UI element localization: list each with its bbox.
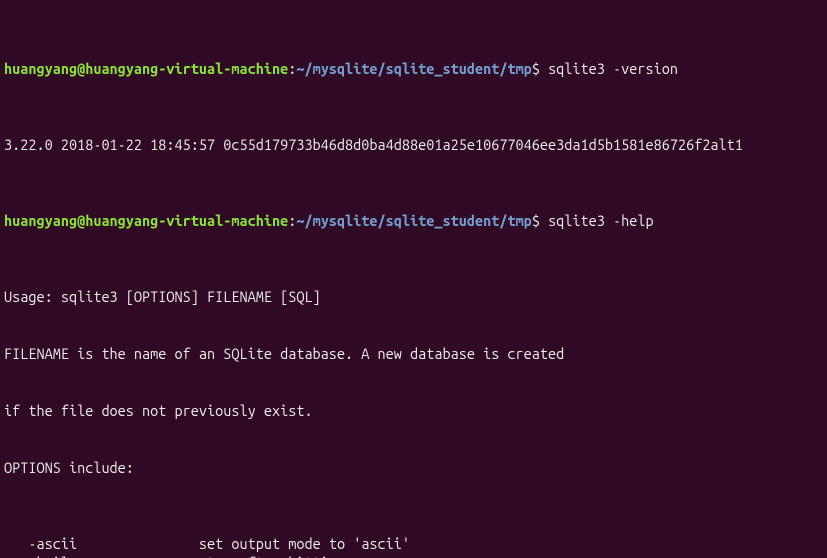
prompt-line-2[interactable]: huangyang@huangyang-virtual-machine:~/my… [4, 211, 823, 230]
dollar: $ [532, 60, 548, 77]
option-desc: set output mode to 'ascii' [199, 535, 410, 552]
options-list: -ascii set output mode to 'ascii' -bail … [4, 534, 823, 558]
desc-line-1: FILENAME is the name of an SQLite databa… [4, 344, 823, 363]
user-host: huangyang@huangyang-virtual-machine [4, 60, 288, 77]
option-flag: -bail [28, 554, 69, 558]
option-flag: -ascii [28, 535, 77, 552]
prompt-line-1[interactable]: huangyang@huangyang-virtual-machine:~/my… [4, 59, 823, 78]
option-row: -ascii set output mode to 'ascii' [4, 534, 823, 553]
option-desc: stop after hitting an error [199, 554, 418, 558]
dollar: $ [532, 212, 548, 229]
terminal-window[interactable]: huangyang@huangyang-virtual-machine:~/my… [0, 0, 827, 558]
cwd-path: ~/mysqlite/sqlite_student/tmp [296, 212, 531, 229]
version-output: 3.22.0 2018-01-22 18:45:57 0c55d179733b4… [4, 135, 823, 154]
options-header: OPTIONS include: [4, 458, 823, 477]
user-host: huangyang@huangyang-virtual-machine [4, 212, 288, 229]
cwd-path: ~/mysqlite/sqlite_student/tmp [296, 60, 531, 77]
option-row: -bail stop after hitting an error [4, 553, 823, 558]
desc-line-2: if the file does not previously exist. [4, 401, 823, 420]
command-input[interactable]: sqlite3 -version [548, 60, 678, 77]
usage-line: Usage: sqlite3 [OPTIONS] FILENAME [SQL] [4, 287, 823, 306]
command-input[interactable]: sqlite3 -help [548, 212, 654, 229]
